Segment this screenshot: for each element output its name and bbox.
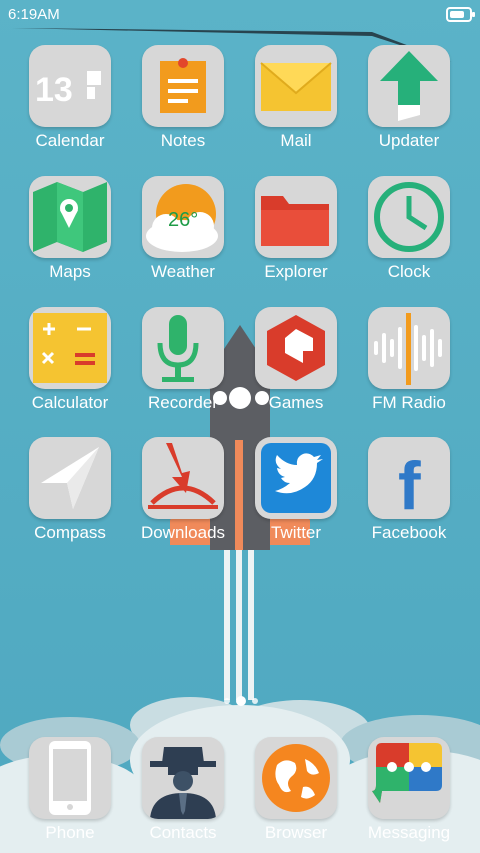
svg-text:13: 13 bbox=[35, 71, 73, 109]
svg-text:f: f bbox=[398, 448, 421, 519]
status-bar: 6:19AM bbox=[0, 0, 480, 28]
app-games[interactable]: Games bbox=[240, 307, 352, 431]
app-label: Notes bbox=[160, 131, 206, 150]
weather-icon: 26° bbox=[142, 176, 224, 258]
page-dot-current[interactable] bbox=[236, 696, 246, 706]
mail-icon bbox=[255, 45, 337, 127]
page-dot[interactable] bbox=[252, 698, 258, 704]
app-recorder[interactable]: Recorder bbox=[127, 307, 239, 431]
dock-messaging[interactable]: Messaging bbox=[353, 737, 465, 853]
calculator-icon bbox=[29, 307, 111, 389]
messaging-icon bbox=[368, 737, 450, 819]
app-calculator[interactable]: Calculator bbox=[14, 307, 126, 431]
app-maps[interactable]: Maps bbox=[14, 176, 126, 300]
download-icon bbox=[142, 437, 224, 519]
app-notes[interactable]: Notes bbox=[127, 45, 239, 169]
app-label: Calendar bbox=[35, 131, 105, 150]
compass-icon bbox=[29, 437, 111, 519]
maps-icon bbox=[29, 176, 111, 258]
folder-icon bbox=[255, 176, 337, 258]
app-label: Facebook bbox=[371, 523, 447, 542]
dock-phone[interactable]: Phone bbox=[14, 737, 126, 853]
page-indicator bbox=[224, 696, 264, 707]
home-screen: 6:19AM 13 Calendar Notes Mail Updater Ma… bbox=[0, 0, 480, 853]
calendar-icon: 13 bbox=[29, 45, 111, 127]
app-mail[interactable]: Mail bbox=[240, 45, 352, 169]
twitter-bird-icon bbox=[255, 437, 337, 519]
app-weather[interactable]: 26° Weather bbox=[127, 176, 239, 300]
app-label: Mail bbox=[280, 131, 312, 150]
app-label: Compass bbox=[34, 523, 106, 542]
app-label: Updater bbox=[378, 131, 440, 150]
phone-icon bbox=[29, 737, 111, 819]
app-facebook[interactable]: f Facebook bbox=[353, 437, 465, 561]
contacts-icon bbox=[142, 737, 224, 819]
svg-text:26°: 26° bbox=[168, 209, 198, 231]
app-explorer[interactable]: Explorer bbox=[240, 176, 352, 300]
clock-icon bbox=[368, 176, 450, 258]
app-label: Twitter bbox=[270, 523, 322, 542]
radio-wave-icon bbox=[368, 307, 450, 389]
app-label: Games bbox=[268, 393, 324, 412]
app-fm-radio[interactable]: FM Radio bbox=[353, 307, 465, 431]
dock-contacts[interactable]: Contacts bbox=[127, 737, 239, 853]
games-icon bbox=[255, 307, 337, 389]
app-label: Weather bbox=[151, 262, 215, 281]
app-label: Recorder bbox=[148, 393, 218, 412]
app-calendar[interactable]: 13 Calendar bbox=[14, 45, 126, 169]
notes-icon bbox=[142, 45, 224, 127]
app-label: Explorer bbox=[264, 262, 328, 281]
app-label: Phone bbox=[45, 823, 95, 842]
app-label: Calculator bbox=[31, 393, 109, 412]
app-compass[interactable]: Compass bbox=[14, 437, 126, 561]
dock-browser[interactable]: Browser bbox=[240, 737, 352, 853]
microphone-icon bbox=[142, 307, 224, 389]
page-dot[interactable] bbox=[224, 698, 230, 704]
app-label: Messaging bbox=[367, 823, 451, 842]
app-label: Contacts bbox=[149, 823, 217, 842]
app-updater[interactable]: Updater bbox=[353, 45, 465, 169]
app-twitter[interactable]: Twitter bbox=[240, 437, 352, 561]
app-label: Clock bbox=[387, 262, 431, 281]
globe-icon bbox=[255, 737, 337, 819]
app-label: Downloads bbox=[140, 523, 226, 542]
facebook-icon: f bbox=[368, 437, 450, 519]
app-downloads[interactable]: Downloads bbox=[127, 437, 239, 561]
app-label: Browser bbox=[264, 823, 328, 842]
app-clock[interactable]: Clock bbox=[353, 176, 465, 300]
app-label: FM Radio bbox=[372, 393, 446, 412]
updater-icon bbox=[368, 45, 450, 127]
status-time: 6:19AM bbox=[8, 6, 60, 23]
battery-icon bbox=[446, 7, 475, 22]
app-label: Maps bbox=[49, 262, 91, 281]
